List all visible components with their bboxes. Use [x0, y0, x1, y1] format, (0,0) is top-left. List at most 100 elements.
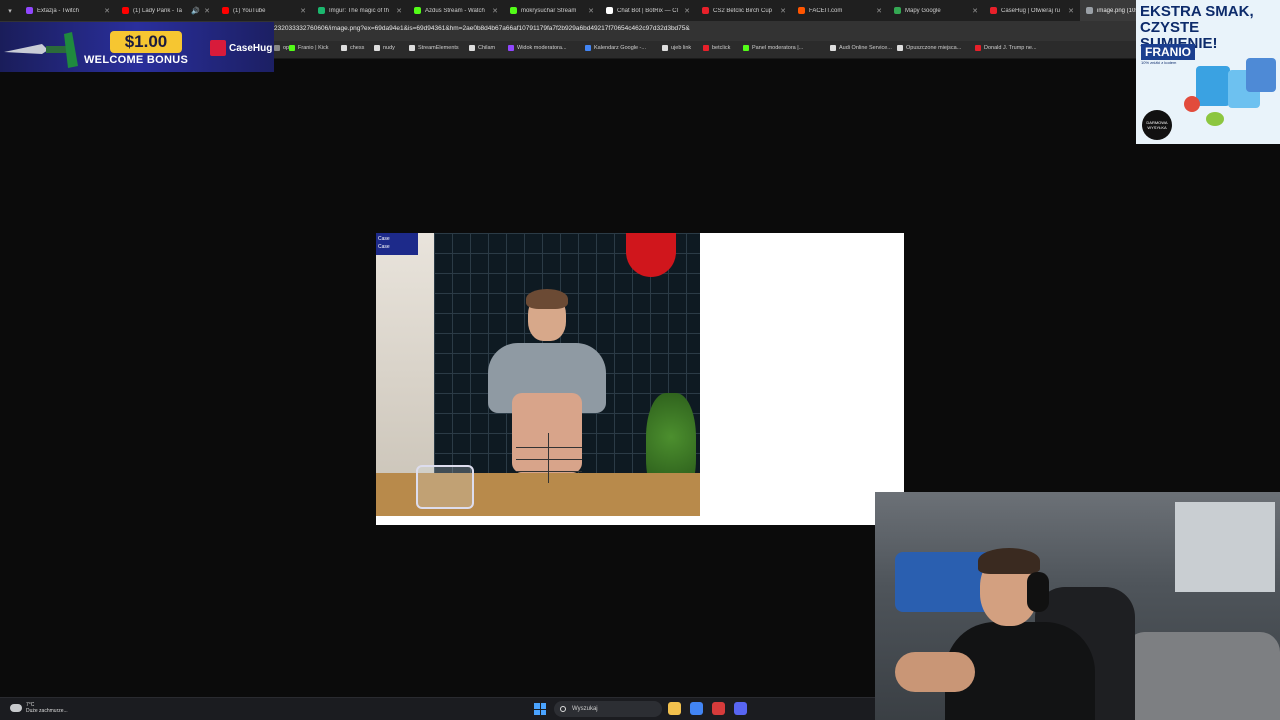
casehug-ad-banner[interactable]: $1.00 WELCOME BONUS CaseHug [0, 22, 274, 72]
bookmark-item[interactable]: Panel moderatora |... [743, 45, 803, 51]
cloud-icon [10, 704, 22, 712]
browser-tab[interactable]: Mapy Google ✕ [888, 0, 984, 21]
close-icon[interactable]: ✕ [104, 7, 110, 15]
browser-tab[interactable]: (1) YouTube ✕ [216, 0, 312, 21]
bookmark-label: Chilam [478, 45, 496, 51]
image-hair [526, 289, 568, 309]
tab-favicon-icon [798, 7, 805, 14]
bookmark-item[interactable]: Franio | Kick [289, 45, 328, 51]
webcam-window [1175, 502, 1275, 592]
bookmark-favicon-icon [289, 45, 295, 51]
browser-tab[interactable]: Chat Bot | BotRix — Cl ✕ [600, 0, 696, 21]
discord-icon[interactable] [734, 702, 747, 715]
chrome-icon[interactable] [690, 702, 703, 715]
tab-search-icon[interactable]: ▾ [0, 0, 20, 21]
tab-label: CS2 Betclic Birch Cup [713, 7, 773, 14]
close-icon[interactable]: ✕ [780, 7, 786, 15]
taskbar-search[interactable]: Wyszukaj [554, 701, 662, 717]
file-explorer-icon[interactable] [668, 702, 681, 715]
bookmark-favicon-icon [374, 45, 380, 51]
browser-tab[interactable]: CS2 Betclic Birch Cup ✕ [696, 0, 792, 21]
search-icon [560, 706, 566, 712]
image-overlay-tag: Case Case [376, 233, 418, 255]
tab-favicon-icon [222, 7, 229, 14]
bookmark-label: Kalendarz Google -... [594, 45, 646, 51]
bonus-amount: $1.00 [110, 31, 182, 53]
webcam-person-hair [978, 548, 1040, 574]
browser-tab[interactable]: Extazja - Twitch ✕ [20, 0, 116, 21]
bookmark-label: Panel moderatora |... [752, 45, 804, 51]
windows-start-icon[interactable] [534, 703, 546, 715]
bookmark-favicon-icon [274, 45, 280, 51]
webcam-sofa [1125, 632, 1280, 720]
franio-subtext: 10% zniżki z kodem [1141, 60, 1177, 65]
tab-label: (1) YouTube [233, 7, 266, 14]
crosshair-drawing [516, 433, 582, 483]
bookmark-favicon-icon [409, 45, 415, 51]
search-placeholder: Wyszukaj [572, 706, 598, 712]
screen: ▾ Extazja - Twitch ✕ (1) Lady Pank - Ta 🔊 ✕(… [0, 0, 1280, 720]
webcam-person-arm [895, 652, 975, 692]
bookmark-item[interactable]: ujeb link [662, 45, 691, 51]
bookmark-item[interactable]: chess [341, 45, 364, 51]
weather-desc: Duże zachmurze... [26, 708, 68, 714]
weather-widget[interactable]: 7°C Duże zachmurze... [10, 702, 68, 714]
bookmark-favicon-icon [975, 45, 981, 51]
close-icon[interactable]: ✕ [492, 7, 498, 15]
tab-favicon-icon [318, 7, 325, 14]
close-icon[interactable]: ✕ [684, 7, 690, 15]
franio-ad-banner[interactable]: EKSTRA SMAK, CZYSTE SUMIENIE! FRANIO 10%… [1136, 0, 1280, 144]
browser-tab[interactable]: Azdus Stream - Watch ✕ [408, 0, 504, 21]
url-text[interactable]: 232033332760606/image.png?ex=69da94e1&is… [274, 25, 690, 32]
browser-tab[interactable]: mokrysuchar Stream ✕ [504, 0, 600, 21]
close-icon[interactable]: ✕ [300, 7, 306, 15]
browser-tab[interactable]: (1) Lady Pank - Ta 🔊 ✕ [116, 0, 216, 21]
tab-label: FACEIT.com [809, 7, 843, 14]
tab-favicon-icon [26, 7, 33, 14]
tab-label: mokrysuchar Stream [521, 7, 577, 14]
tab-favicon-icon [606, 7, 613, 14]
close-icon[interactable]: ✕ [588, 7, 594, 15]
bookmark-item[interactable]: Opuszczone miejsca... [897, 45, 961, 51]
bookmark-item[interactable]: Donald J. Trump ne... [975, 45, 1037, 51]
tab-favicon-icon [122, 7, 129, 14]
taskbar: 7°C Duże zachmurze... Wyszukaj [0, 697, 875, 720]
bookmark-item[interactable]: op [274, 45, 289, 51]
bookmark-favicon-icon [341, 45, 347, 51]
bookmark-item[interactable]: StreamElements [409, 45, 459, 51]
bookmark-favicon-icon [703, 45, 709, 51]
displayed-image[interactable]: Case Case [376, 233, 700, 516]
bookmark-item[interactable]: Kalendarz Google -... [585, 45, 646, 51]
fruit-icon [1184, 96, 1200, 112]
browser-tab[interactable]: FACEIT.com ✕ [792, 0, 888, 21]
close-icon[interactable]: ✕ [1068, 7, 1074, 15]
close-icon[interactable]: ✕ [972, 7, 978, 15]
tab-favicon-icon [414, 7, 421, 14]
app-icon[interactable] [712, 702, 725, 715]
bookmark-item[interactable]: betclick [703, 45, 730, 51]
free-shipping-badge: DARMOWA WYSYŁKA [1142, 110, 1172, 140]
bookmark-favicon-icon [585, 45, 591, 51]
browser-tab[interactable]: Imgur: The magic of th ✕ [312, 0, 408, 21]
tab-favicon-icon [894, 7, 901, 14]
bookmark-label: Opuszczone miejsca... [906, 45, 962, 51]
tab-favicon-icon [510, 7, 517, 14]
close-icon[interactable]: ✕ [396, 7, 402, 15]
bookmark-item[interactable]: nudy [374, 45, 395, 51]
bookmark-label: StreamElements [418, 45, 459, 51]
bookmark-item[interactable]: Widok moderatora... [508, 45, 567, 51]
browser-tab[interactable]: CaseHug | Otwieraj ru ✕ [984, 0, 1080, 21]
bookmark-label: Franio | Kick [298, 45, 329, 51]
bookmark-favicon-icon [469, 45, 475, 51]
bookmark-item[interactable]: Chilam [469, 45, 495, 51]
bonus-text: WELCOME BONUS [84, 54, 189, 66]
speaker-icon[interactable]: 🔊 [191, 7, 200, 15]
image-viewer[interactable]: Case Case [376, 233, 904, 525]
tab-label: CaseHug | Otwieraj ru [1001, 7, 1060, 14]
tab-favicon-icon [702, 7, 709, 14]
bookmark-item[interactable]: Audi Online Service... [830, 45, 892, 51]
bookmark-label: chess [350, 45, 365, 51]
close-icon[interactable]: ✕ [204, 7, 210, 15]
close-icon[interactable]: ✕ [876, 7, 882, 15]
tab-strip: ▾ Extazja - Twitch ✕ (1) Lady Pank - Ta 🔊 ✕(… [0, 0, 1280, 21]
